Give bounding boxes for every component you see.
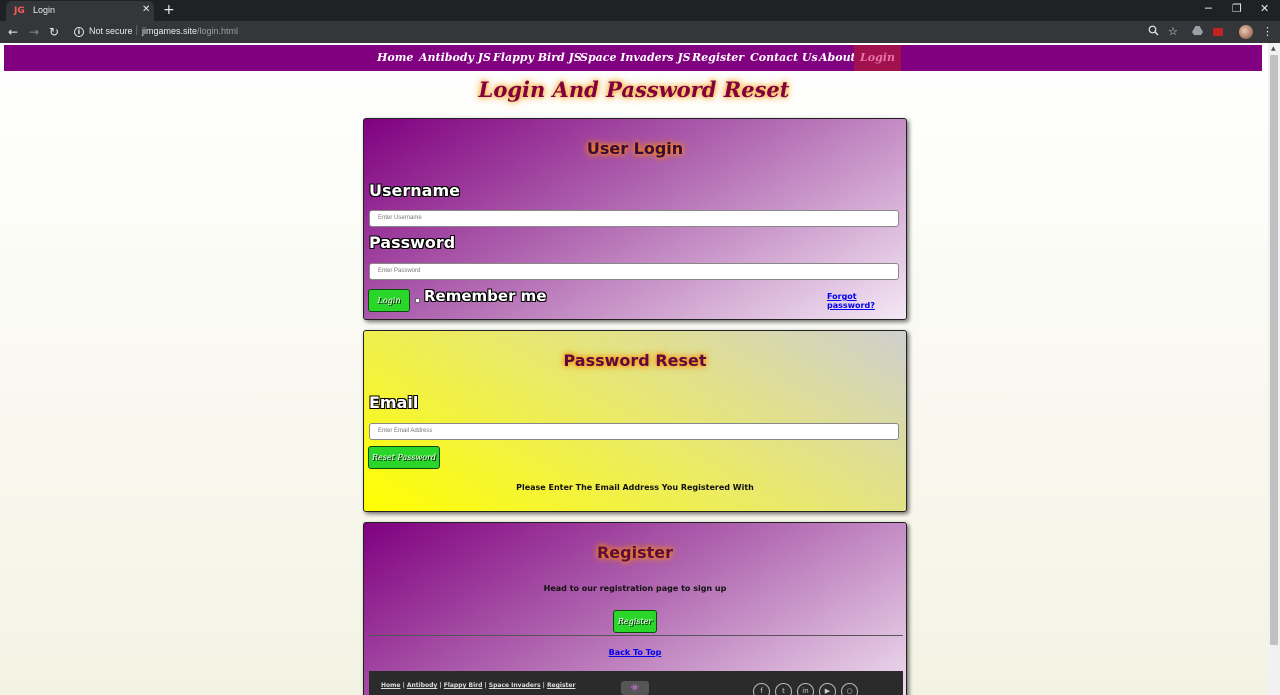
browser-tab-strip: JG Login ✕ + ─ ❐ ✕ (0, 0, 1280, 21)
nav-login[interactable]: Login (854, 45, 901, 71)
login-heading: User Login (586, 139, 684, 158)
youtube-icon[interactable]: ▶ (819, 683, 836, 695)
login-card: User Login Username Enter Username Passw… (363, 118, 907, 320)
password-label: Password (369, 233, 456, 252)
menu-icon[interactable]: ⋮ (1262, 25, 1273, 39)
footer-link-home[interactable]: Home (381, 682, 400, 689)
email-label: Email (369, 393, 419, 412)
window-restore-icon[interactable]: ❐ (1232, 3, 1242, 15)
back-arrow-icon[interactable]: ← (8, 24, 18, 40)
username-label: Username (369, 181, 460, 200)
window-minimize-icon[interactable]: ─ (1205, 3, 1212, 15)
site-footer: Home | Antibody | Flappy Bird | Space In… (369, 671, 903, 695)
footer-separator: | (439, 682, 442, 689)
page-scrollbar[interactable]: ▲ (1268, 43, 1280, 695)
url-path: /login.html (197, 26, 239, 36)
register-heading: Register (596, 543, 674, 562)
site-favicon-icon: JG (14, 6, 25, 16)
browser-toolbar: ← → ↻ i Not secure | jimgames.site/login… (0, 21, 1280, 43)
profile-avatar[interactable] (1239, 25, 1253, 39)
nav-flappy-bird-js[interactable]: Flappy Bird JS (493, 45, 582, 71)
twitter-icon[interactable]: t (775, 683, 792, 695)
username-input[interactable]: Enter Username (369, 210, 899, 227)
password-input[interactable]: Enter Password (369, 263, 899, 280)
page-title: Login And Password Reset (478, 77, 790, 102)
site-navbar: Home Antibody JS Flappy Bird JS Space In… (4, 45, 1262, 71)
zoom-icon[interactable] (1148, 25, 1159, 40)
footer-link-antibody[interactable]: Antibody (407, 682, 437, 689)
extension-red-icon[interactable] (1213, 28, 1223, 36)
divider (369, 635, 903, 636)
reset-instructions: Please Enter The Email Address You Regis… (516, 483, 754, 492)
security-status[interactable]: Not secure (89, 26, 133, 36)
nav-about[interactable]: About (819, 45, 856, 71)
remember-me-label: Remember me (424, 287, 547, 305)
browser-tab[interactable]: JG Login ✕ (6, 1, 154, 21)
footer-separator: | (402, 682, 405, 689)
password-reset-card: Password Reset Email Enter Email Address… (363, 330, 907, 512)
reset-password-button[interactable]: Reset Password (368, 446, 440, 469)
extension-drive-icon[interactable] (1192, 25, 1203, 40)
register-blurb: Head to our registration page to sign up (543, 584, 727, 593)
tab-close-icon[interactable]: ✕ (142, 4, 150, 15)
nav-home[interactable]: Home (377, 45, 413, 71)
facebook-icon[interactable]: f (753, 683, 770, 695)
nav-space-invaders-js[interactable]: Space Invaders JS (580, 45, 691, 71)
footer-separator: | (542, 682, 545, 689)
forward-arrow-icon[interactable]: → (29, 24, 39, 40)
reload-icon[interactable]: ↻ (49, 24, 59, 40)
forgot-password-link[interactable]: Forgot password? (827, 292, 906, 310)
url-separator: | (135, 25, 139, 36)
new-tab-button[interactable]: + (163, 2, 175, 18)
footer-links: Home | Antibody | Flappy Bird | Space In… (381, 682, 575, 689)
github-icon[interactable]: ○ (841, 683, 858, 695)
nav-antibody-js[interactable]: Antibody JS (419, 45, 491, 71)
register-card: Register Head to our registration page t… (363, 522, 907, 695)
footer-link-register[interactable]: Register (547, 682, 576, 689)
window-close-icon[interactable]: ✕ (1260, 3, 1269, 15)
footer-link-flappy-bird[interactable]: Flappy Bird (444, 682, 483, 689)
footer-link-space-invaders[interactable]: Space Invaders (489, 682, 541, 689)
nav-contact-us[interactable]: Contact Us (750, 45, 818, 71)
star-icon[interactable]: ☆ (1168, 25, 1178, 39)
remember-me-checkbox[interactable] (415, 298, 420, 303)
scrollbar-thumb[interactable] (1270, 55, 1278, 645)
nav-register[interactable]: Register (692, 45, 744, 71)
url-host: jimgames.site (142, 26, 198, 36)
address-bar[interactable]: jimgames.site/login.html (142, 26, 238, 36)
page-viewport: Home Antibody JS Flappy Bird JS Space In… (0, 43, 1268, 695)
linkedin-icon[interactable]: in (797, 683, 814, 695)
reset-heading: Password Reset (563, 351, 707, 370)
info-icon[interactable]: i (74, 27, 84, 37)
footer-separator: | (484, 682, 487, 689)
tab-title: Login (33, 5, 56, 15)
login-button[interactable]: Login (368, 289, 410, 312)
email-input[interactable]: Enter Email Address (369, 423, 899, 440)
register-button[interactable]: Register (613, 610, 657, 633)
footer-logo-icon: 👾 (621, 681, 649, 695)
scroll-up-arrow-icon[interactable]: ▲ (1271, 45, 1276, 52)
back-to-top-link[interactable]: Back To Top (364, 648, 906, 657)
